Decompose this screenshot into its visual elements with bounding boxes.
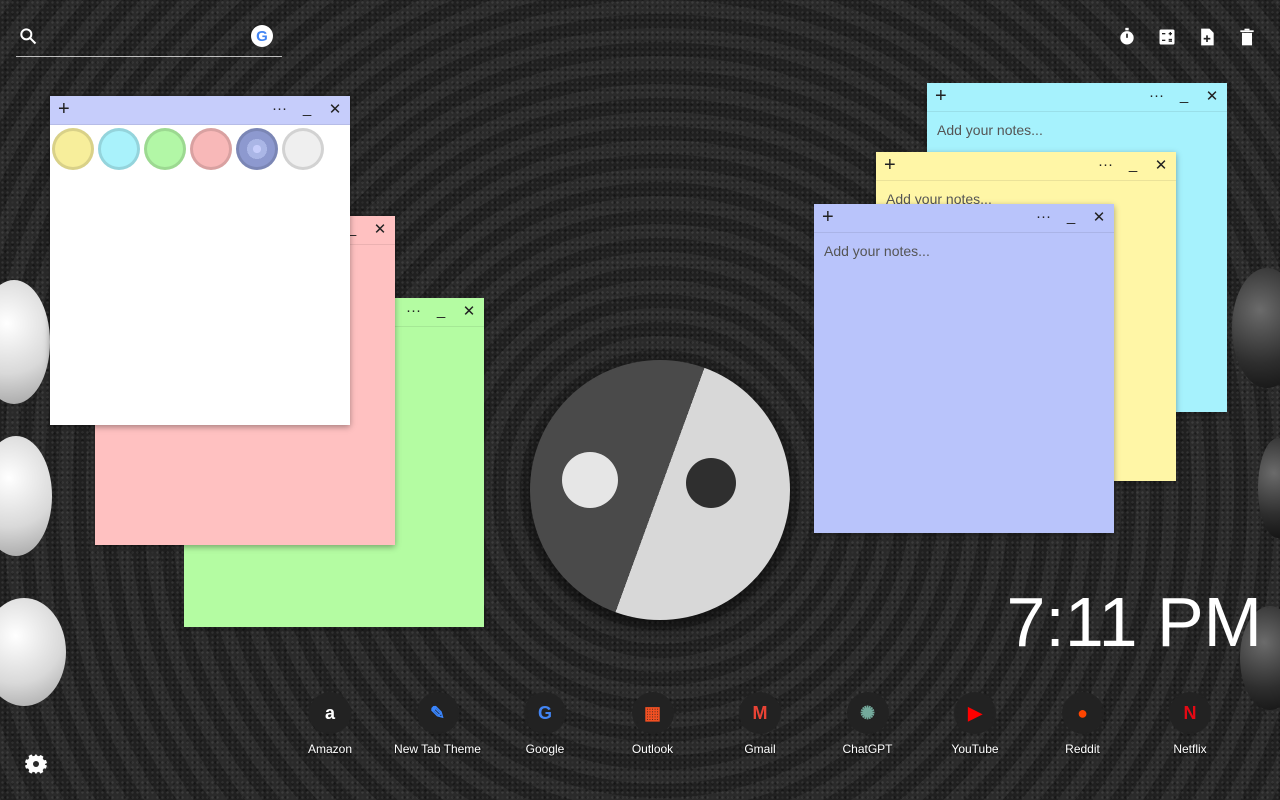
note-titlebar: + ··· _ ✕ [814,204,1114,233]
close-icon[interactable]: ✕ [1154,156,1168,174]
shortcut-chatgpt[interactable]: ✺ ChatGPT [818,692,918,756]
chatgpt-icon[interactable]: ✺ [846,692,889,734]
settings-gear-icon[interactable] [24,752,48,776]
shortcut-reddit[interactable]: ● Reddit [1033,692,1133,756]
search-icon[interactable] [18,26,38,46]
gmail-icon[interactable]: M [739,692,781,734]
shortcut-netflix[interactable]: N Netflix [1140,692,1240,756]
swatch-pink[interactable] [190,128,232,170]
sticky-note-color-picker[interactable]: + ··· _ ✕ [50,96,350,425]
add-note-icon[interactable]: + [935,85,947,108]
note-text[interactable]: Add your notes... [927,112,1227,148]
add-note-icon[interactable]: + [822,206,834,229]
minimize-icon[interactable]: _ [1177,87,1191,105]
shortcut-label: Google [525,742,565,756]
yin-dot [562,452,618,508]
new-tab-theme-icon[interactable]: ✎ [416,692,459,734]
shortcut-outlook[interactable]: ▦ Outlook [603,692,703,756]
close-icon[interactable]: ✕ [462,302,476,320]
close-icon[interactable]: ✕ [328,100,342,118]
swatch-white[interactable] [282,128,324,170]
shortcut-dock: a Amazon ✎ New Tab Theme G Google ▦ Outlook M Gma… [280,692,1240,756]
shortcut-google[interactable]: G Google [495,692,595,756]
more-options-icon[interactable]: ··· [1098,156,1113,174]
more-options-icon[interactable]: ··· [1036,208,1051,226]
note-titlebar: + ··· _ ✕ [927,83,1227,112]
shortcut-label: New Tab Theme [394,742,481,756]
clock: 7:11 PM [1006,583,1263,661]
shortcut-label: YouTube [951,742,999,756]
toolbar [1116,26,1258,48]
calculator-icon[interactable] [1156,26,1178,48]
shortcut-label: Netflix [1173,742,1207,756]
shortcut-youtube[interactable]: ▶ YouTube [925,692,1025,756]
yin-yang-stone [530,360,790,620]
add-note-icon[interactable]: + [884,154,896,177]
note-titlebar: + ··· _ ✕ [50,96,350,125]
sticky-note-blue[interactable]: + ··· _ ✕ Add your notes... [814,204,1114,533]
minimize-icon[interactable]: _ [434,302,448,320]
swatch-yellow[interactable] [52,128,94,170]
more-options-icon[interactable]: ··· [1149,87,1164,105]
google-icon[interactable]: G [524,692,566,734]
google-search-icon[interactable]: G [251,25,273,47]
close-icon[interactable]: ✕ [1092,208,1106,226]
minimize-icon[interactable]: _ [1064,208,1078,226]
netflix-icon[interactable]: N [1169,692,1211,734]
color-swatches [50,125,350,173]
timer-icon[interactable] [1116,26,1138,48]
add-note-icon[interactable]: + [58,98,70,121]
new-note-icon[interactable] [1196,26,1218,48]
close-icon[interactable]: ✕ [1205,87,1219,105]
note-text[interactable]: Add your notes... [814,233,1114,269]
reddit-icon[interactable]: ● [1061,692,1104,734]
close-icon[interactable]: ✕ [373,220,387,238]
shortcut-new-tab-theme[interactable]: ✎ New Tab Theme [388,692,488,756]
trash-icon[interactable] [1236,26,1258,48]
shortcut-label: Outlook [631,742,674,756]
minimize-icon[interactable]: _ [300,100,314,118]
shortcut-gmail[interactable]: M Gmail [710,692,810,756]
swatch-cyan[interactable] [98,128,140,170]
shortcut-label: ChatGPT [842,742,893,756]
shortcut-label: Gmail [744,742,776,756]
outlook-icon[interactable]: ▦ [631,692,674,734]
shortcut-label: Reddit [1065,742,1100,756]
minimize-icon[interactable]: _ [1126,156,1140,174]
search-bar: G [16,22,282,57]
swatch-green[interactable] [144,128,186,170]
more-options-icon[interactable]: ··· [272,100,287,118]
amazon-icon[interactable]: a [309,692,351,734]
swatch-blue[interactable] [236,128,278,170]
shortcut-amazon[interactable]: a Amazon [280,692,380,756]
shortcut-label: Amazon [307,742,353,756]
note-titlebar: + ··· _ ✕ [876,152,1176,181]
yang-dot [686,458,736,508]
more-options-icon[interactable]: ··· [406,302,421,320]
youtube-icon[interactable]: ▶ [954,692,996,734]
search-input[interactable] [50,26,254,52]
